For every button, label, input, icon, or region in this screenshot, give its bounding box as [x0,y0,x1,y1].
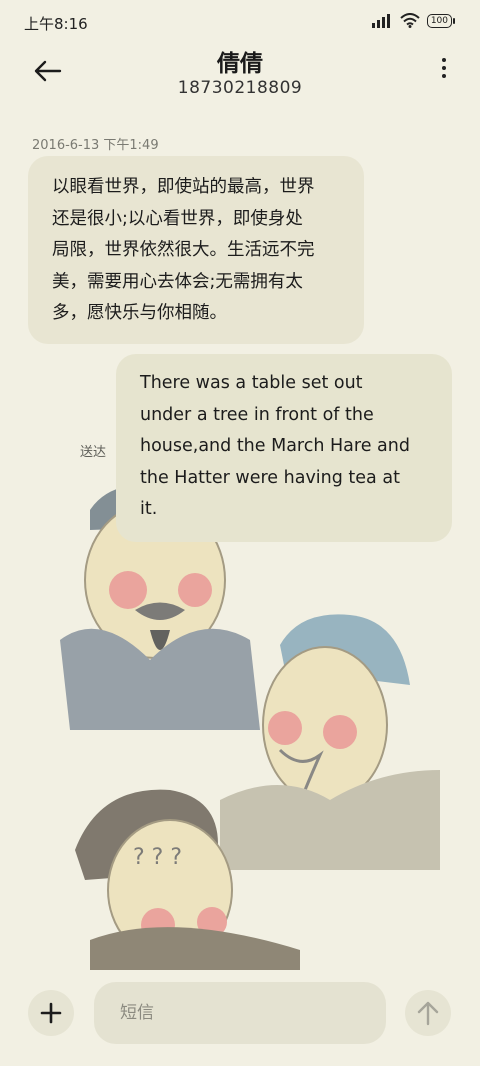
wallpaper-illustration: ? ? ? [60,484,440,970]
svg-text:? ? ?: ? ? ? [133,845,182,870]
message-line: 多，愿快乐与你相随。 [52,303,227,323]
conversation-header: 倩倩 18730218809 [0,40,480,104]
message-line: house,and the March Hare and [140,436,410,456]
message-line: 美，需要用心去体会;无需拥有太 [52,271,303,292]
message-line: the Hatter were having tea at [140,467,400,488]
send-button[interactable] [405,990,451,1036]
message-line: 局限，世界依然很大。生活远不完 [52,240,315,260]
status-time: 上午8:16 [24,15,88,33]
message-line: it. [140,499,158,519]
outgoing-message-bubble[interactable]: There was a table set out under a tree i… [116,354,452,542]
message-composer [0,972,480,1066]
battery-indicator: 100 [426,13,456,28]
contact-name: 倩倩 [217,51,263,77]
wifi-icon [400,13,420,28]
signal-icon [371,13,390,28]
arrow-up-icon [417,1001,439,1026]
contact-phone-number: 18730218809 [177,78,303,98]
message-line: 以眼看世界，即使站的最高，世界 [52,177,315,197]
message-line: under a tree in front of the [140,404,374,425]
more-vertical-icon [442,58,446,62]
message-timestamp: 2016-6-13 下午1:49 [32,138,159,153]
add-attachment-button[interactable] [28,990,74,1036]
incoming-message-bubble[interactable]: 以眼看世界，即使站的最高，世界 还是很小;以心看世界，即使身处 局限，世界依然很… [28,156,364,344]
message-input[interactable] [94,982,386,1044]
delivery-status: 送达 [80,445,107,460]
plus-icon [40,1002,62,1024]
message-line: 还是很小;以心看世界，即使身处 [52,208,303,229]
status-icons: 100 [371,13,456,28]
message-line: There was a table set out [140,373,363,393]
more-options-button[interactable] [438,58,450,84]
